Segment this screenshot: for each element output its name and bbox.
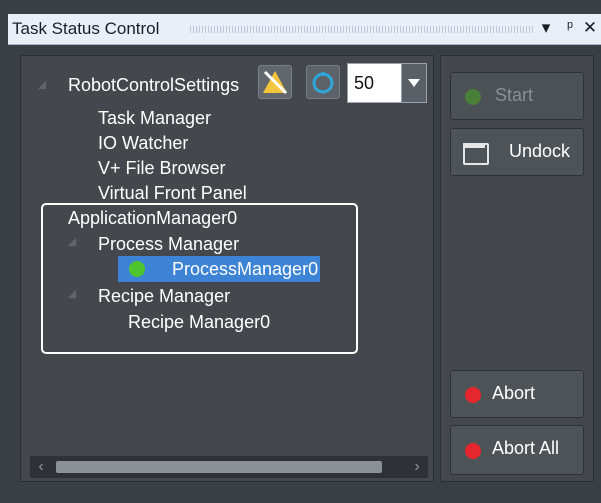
scroll-right-icon[interactable]: › (406, 456, 428, 478)
undock-button[interactable]: Undock (450, 128, 584, 176)
start-button[interactable]: Start (450, 72, 584, 120)
window-title: Task Status Control (12, 19, 160, 38)
title-bar-grip (190, 26, 535, 33)
tree-node-process-manager0[interactable]: ProcessManager0 (172, 259, 318, 280)
horizontal-scrollbar[interactable]: ‹ › (30, 456, 428, 478)
close-icon[interactable]: ✕ (581, 17, 599, 39)
title-bar: Task Status Control ▾ ᵖ ✕ (8, 14, 601, 45)
monitor-speed-value: 50 (354, 73, 375, 93)
status-green-icon (465, 89, 481, 105)
abort-all-button[interactable]: Abort All (450, 425, 584, 475)
tree-node-application-manager[interactable]: ApplicationManager0 (68, 208, 237, 229)
tree-node-task-manager[interactable]: Task Manager (98, 108, 211, 129)
tree-node-process-manager[interactable]: Process Manager (98, 234, 239, 255)
monitor-speed-button[interactable] (306, 65, 340, 99)
tree-node-recipe-manager[interactable]: Recipe Manager (98, 286, 230, 307)
tree-node-robot-control-settings[interactable]: RobotControlSettings (68, 75, 239, 96)
task-status-control-panel: Task Status Control ▾ ᵖ ✕ RobotControlSe… (0, 0, 601, 503)
window-undock-icon (463, 143, 489, 165)
tree-node-vplus-file-browser[interactable]: V+ File Browser (98, 158, 226, 179)
abort-button[interactable]: Abort (450, 370, 584, 418)
pin-icon[interactable]: ᵖ (561, 17, 579, 39)
tree-node-recipe-manager0[interactable]: Recipe Manager0 (128, 312, 270, 333)
tool-disable-button[interactable] (258, 65, 292, 99)
monitor-speed-select[interactable]: 50 (347, 63, 427, 103)
warning-disabled-icon (263, 70, 288, 95)
tree-node-virtual-front-panel[interactable]: Virtual Front Panel (98, 183, 247, 204)
tree-node-io-watcher[interactable]: IO Watcher (98, 133, 188, 154)
speed-dial-icon (312, 72, 334, 94)
chevron-down-icon[interactable] (401, 64, 426, 102)
dropdown-icon[interactable]: ▾ (537, 17, 555, 39)
status-green-icon (129, 261, 145, 277)
status-red-icon (465, 443, 481, 459)
status-red-icon (465, 387, 481, 403)
scrollbar-thumb[interactable] (56, 461, 382, 473)
scroll-left-icon[interactable]: ‹ (30, 456, 52, 478)
